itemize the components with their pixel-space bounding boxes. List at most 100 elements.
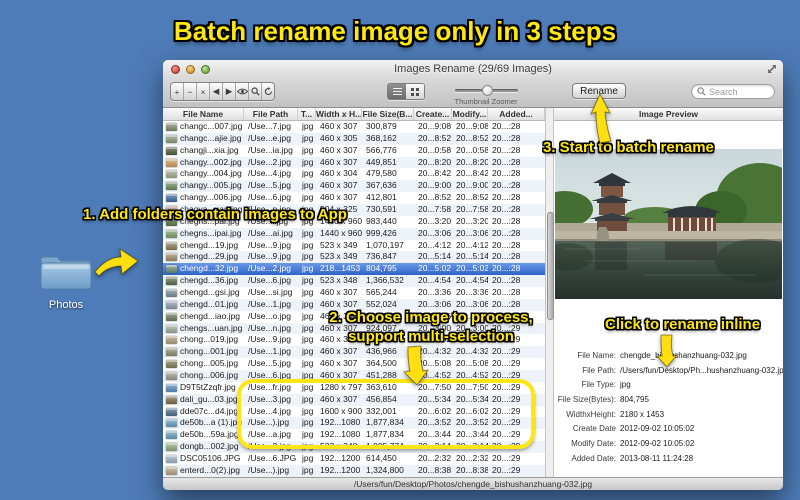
cell-modify-date: 20...8:38 (456, 464, 488, 475)
slider-knob[interactable] (482, 85, 493, 96)
column-header[interactable]: Width x H... (316, 108, 362, 120)
cell-file-size: 300,879 (366, 121, 397, 131)
file-thumbnail-icon (166, 277, 177, 286)
table-row[interactable]: changy...002.jpg/Use...2.jpg jpg 460 x 307… (163, 156, 545, 169)
table-row[interactable]: changji...xia.jpg/Use...ia.jpg jpg 460 x 3… (163, 144, 545, 157)
cell-file-name: changc...007.jpg (163, 121, 244, 133)
cell-modify-date: 20...8:20 (456, 156, 488, 167)
cell-file-name: changy...004.jpg (163, 168, 244, 180)
table-scrollbar[interactable] (545, 108, 554, 477)
cell-file-name: changy...006.jpg (163, 192, 244, 204)
table-row[interactable]: chengd...32.jpg/Use...2.jpg jpg 218...1453… (163, 263, 545, 276)
detail-value: /Users/fun/Desktop/Ph...hushanzhuang-032… (620, 365, 783, 375)
cell-file-name: chong...005.jpg (163, 358, 244, 370)
table-row[interactable]: chegns...ipai.jpg/Use...ai.jpg jpg 1440 x … (163, 227, 545, 240)
cell-dimensions: 460 x 307 (320, 192, 358, 203)
detail-label: Create Date (572, 424, 616, 434)
find-button[interactable] (249, 83, 262, 100)
column-header[interactable]: Create... (414, 108, 452, 120)
refresh-button[interactable] (262, 83, 274, 100)
cell-modify-date: 20...5:02 (456, 263, 488, 274)
delete-button[interactable]: × (197, 83, 210, 100)
cell-added-date: 20...:28 (492, 287, 521, 298)
add-button[interactable]: + (171, 83, 184, 100)
detail-row: Added Date: 2013-08-11 11:24:28 (554, 451, 783, 466)
file-thumbnail-icon (166, 288, 177, 297)
search-field[interactable] (691, 84, 775, 99)
cell-dimensions: 460 x 307 (320, 287, 358, 298)
cell-file-path: /Use...n.jpg (248, 322, 291, 333)
cell-create-date: 20...8:20 (418, 156, 452, 167)
column-header[interactable]: File Name (163, 108, 244, 120)
cell-file-size: 436,966 (366, 346, 397, 357)
file-thumbnail-icon (166, 253, 177, 262)
scrollbar-thumb[interactable] (547, 212, 554, 320)
desktop-folder-photos[interactable]: Photos (36, 252, 96, 311)
cell-modify-date: 20...5:08 (456, 358, 488, 369)
table-row[interactable]: changy...004.jpg/Use...4.jpg jpg 460 x 304… (163, 168, 545, 181)
column-header[interactable]: Added... (488, 108, 545, 120)
quicklook-button[interactable] (236, 83, 249, 100)
cell-file-name: chong...006.jpg (163, 370, 244, 382)
cell-file-name: chong...001.jpg (163, 346, 244, 358)
cell-dimensions: 460 x 307 (320, 358, 358, 369)
column-header[interactable]: Modify... (452, 108, 488, 120)
file-thumbnail-icon (166, 419, 177, 428)
cell-file-name: chegns...ipai.jpg (163, 228, 244, 240)
cell-file-path: /Use...5.jpg (248, 358, 291, 369)
fullscreen-icon[interactable] (767, 64, 777, 74)
table-row[interactable]: DSC05106.JPG/Use...6.JPG jpg 192...1200 614… (163, 453, 545, 465)
cell-dimensions: 460 x 307 (320, 180, 358, 191)
cell-type: jpg (302, 464, 314, 475)
cell-added-date: 20...:28 (492, 215, 521, 226)
file-thumbnail-icon (166, 443, 177, 452)
table-row[interactable]: changc...007.jpg/Use...7.jpg jpg 460 x 307… (163, 121, 545, 133)
annotation-step2: 2. Choose image to process, support mult… (320, 308, 542, 346)
table-row[interactable]: enterd...0(2).jpg/Use...).jpg jpg 192...12… (163, 464, 545, 477)
cell-create-date: 20...5:08 (418, 358, 452, 369)
cell-added-date: 20...:28 (492, 121, 521, 131)
cell-added-date: 20...:29 (492, 464, 521, 475)
cell-type: jpg (302, 192, 314, 203)
table-row[interactable]: changc...ajie.jpg/Use...e.jpg jpg 460 x 30… (163, 132, 545, 145)
cell-create-date: 20...2:32 (418, 453, 452, 464)
cell-dimensions: 460 x 307 (320, 346, 358, 357)
column-header[interactable]: File Size(B... (362, 108, 414, 120)
table-row[interactable]: chengd...gsi.jpg/Use...si.jpg jpg 460 x 30… (163, 287, 545, 299)
table-row[interactable]: changy...006.jpg/Use...6.jpg jpg 460 x 307… (163, 192, 545, 205)
detail-row: WidthxHeight: 2180 x 1453 (554, 407, 783, 422)
toolbar-button-group: + − × ◀ ▶ (170, 82, 275, 101)
annotation-title: Batch rename image only in 3 steps (173, 16, 617, 46)
list-view-button[interactable] (388, 84, 406, 99)
remove-button[interactable]: − (184, 83, 197, 100)
titlebar[interactable]: Images Rename (29/69 Images) (163, 60, 783, 78)
prev-button[interactable]: ◀ (210, 83, 223, 100)
thumbnail-zoom-slider[interactable] (455, 85, 518, 96)
table-row[interactable]: changy...005.jpg/Use...5.jpg jpg 460 x 307… (163, 180, 545, 193)
cell-file-path: /Use...1.jpg (248, 346, 291, 357)
cell-added-date: 20...:28 (492, 251, 521, 262)
cell-create-date: 20...3:06 (418, 227, 452, 238)
cell-file-path: /Use...e.jpg (248, 132, 291, 143)
column-header[interactable]: T... (298, 108, 316, 120)
table-row[interactable]: chengd...36.jpg/Use...6.jpg jpg 523 x 348 1… (163, 275, 545, 288)
view-toggle (387, 83, 425, 100)
arrow-folder-to-table (94, 247, 139, 277)
table-row[interactable]: chengd...29.jpg/Use...9.jpg jpg 523 x 349 7… (163, 251, 545, 264)
column-header[interactable]: File Path (244, 108, 298, 120)
cell-file-size: 614,450 (366, 453, 397, 464)
slider-label: Thumbnail Zoomer (454, 97, 518, 106)
search-input[interactable] (706, 86, 769, 97)
rename-button[interactable]: Rename (572, 83, 626, 99)
detail-value[interactable]: chengde_bishushanzhuang-032.jpg (616, 351, 747, 360)
annotation-inline: Click to rename inline (605, 316, 761, 333)
next-button[interactable]: ▶ (223, 83, 236, 100)
table-row[interactable]: chong...001.jpg/Use...1.jpg jpg 460 x 307 4… (163, 346, 545, 359)
cell-file-name: de50b...59a.jpg (163, 429, 244, 441)
cell-create-date: 20...8:52 (418, 192, 452, 203)
cell-dimensions: 1440 x 960 (320, 227, 362, 238)
preview-photo (555, 149, 782, 299)
table-row[interactable]: chengd...19.jpg/Use...9.jpg jpg 523 x 349 1… (163, 239, 545, 252)
table-row[interactable]: chong...005.jpg/Use...5.jpg jpg 460 x 307 3… (163, 358, 545, 371)
grid-view-button[interactable] (406, 84, 424, 99)
